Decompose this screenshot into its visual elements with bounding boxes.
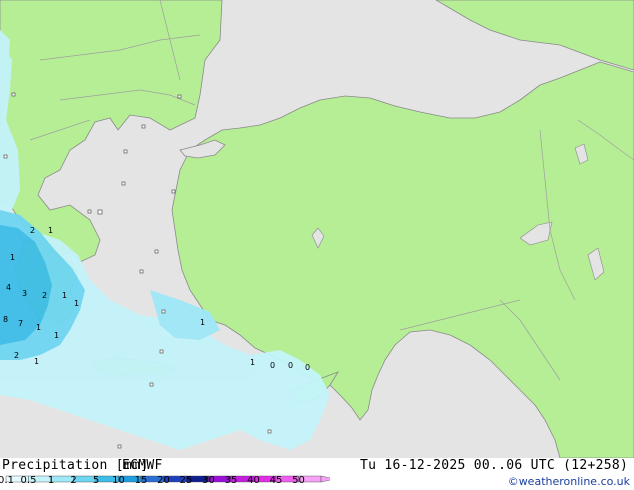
credit-link[interactable]: ©weatheronline.co.uk bbox=[508, 475, 630, 488]
value-label: 1 bbox=[10, 253, 15, 262]
value-label: 2 bbox=[42, 291, 47, 300]
value-label: 1 bbox=[200, 318, 205, 327]
value-label: 1 bbox=[48, 226, 53, 235]
scale-tick-label: 30 bbox=[202, 475, 215, 486]
scale-tick-label: 0.5 bbox=[20, 475, 37, 486]
value-label: 0 bbox=[305, 363, 310, 372]
map-footer: Precipitation [mm] ECMWF Tu 16-12-2025 0… bbox=[0, 458, 634, 490]
scale-tick-label: 2 bbox=[70, 475, 77, 486]
value-label: 0 bbox=[288, 361, 293, 370]
scale-tick-label: 0.1 bbox=[0, 475, 14, 486]
scale-tick-label: 25 bbox=[179, 475, 193, 486]
scale-tick-label: 1 bbox=[47, 475, 55, 486]
value-label: 2 bbox=[30, 226, 35, 235]
scale-tick-label: 45 bbox=[269, 475, 283, 486]
precipitation-map: 1 2 3 4 7 8 1 2 1 1 1 2 1 1 1 1 0 0 0 bbox=[0, 0, 634, 458]
scale-tick-label: 50 bbox=[292, 475, 305, 486]
scale-tick-label: 40 bbox=[247, 475, 260, 486]
value-label: 1 bbox=[36, 323, 41, 332]
scale-tick-label: 15 bbox=[134, 475, 148, 486]
value-label: 8 bbox=[3, 315, 8, 324]
scale-tick-label: 35 bbox=[224, 475, 238, 486]
value-label: 1 bbox=[74, 299, 79, 308]
value-label: 1 bbox=[62, 291, 67, 300]
value-label: 3 bbox=[22, 289, 27, 298]
model-name: ECMWF bbox=[122, 458, 163, 473]
value-label: 2 bbox=[14, 351, 19, 360]
value-label: 4 bbox=[6, 283, 11, 292]
value-label: 7 bbox=[18, 319, 23, 328]
value-label: 1 bbox=[250, 358, 255, 367]
scale-arrow bbox=[320, 475, 330, 483]
value-label: 1 bbox=[54, 331, 59, 340]
value-label: 0 bbox=[270, 361, 275, 370]
value-label: 1 bbox=[34, 357, 39, 366]
scale-tick-label: 5 bbox=[92, 475, 100, 486]
scale-tick-label: 20 bbox=[157, 475, 170, 486]
valid-time: Tu 16-12-2025 00..06 UTC (12+258) bbox=[360, 458, 629, 473]
scale-tick-label: 10 bbox=[112, 475, 125, 486]
